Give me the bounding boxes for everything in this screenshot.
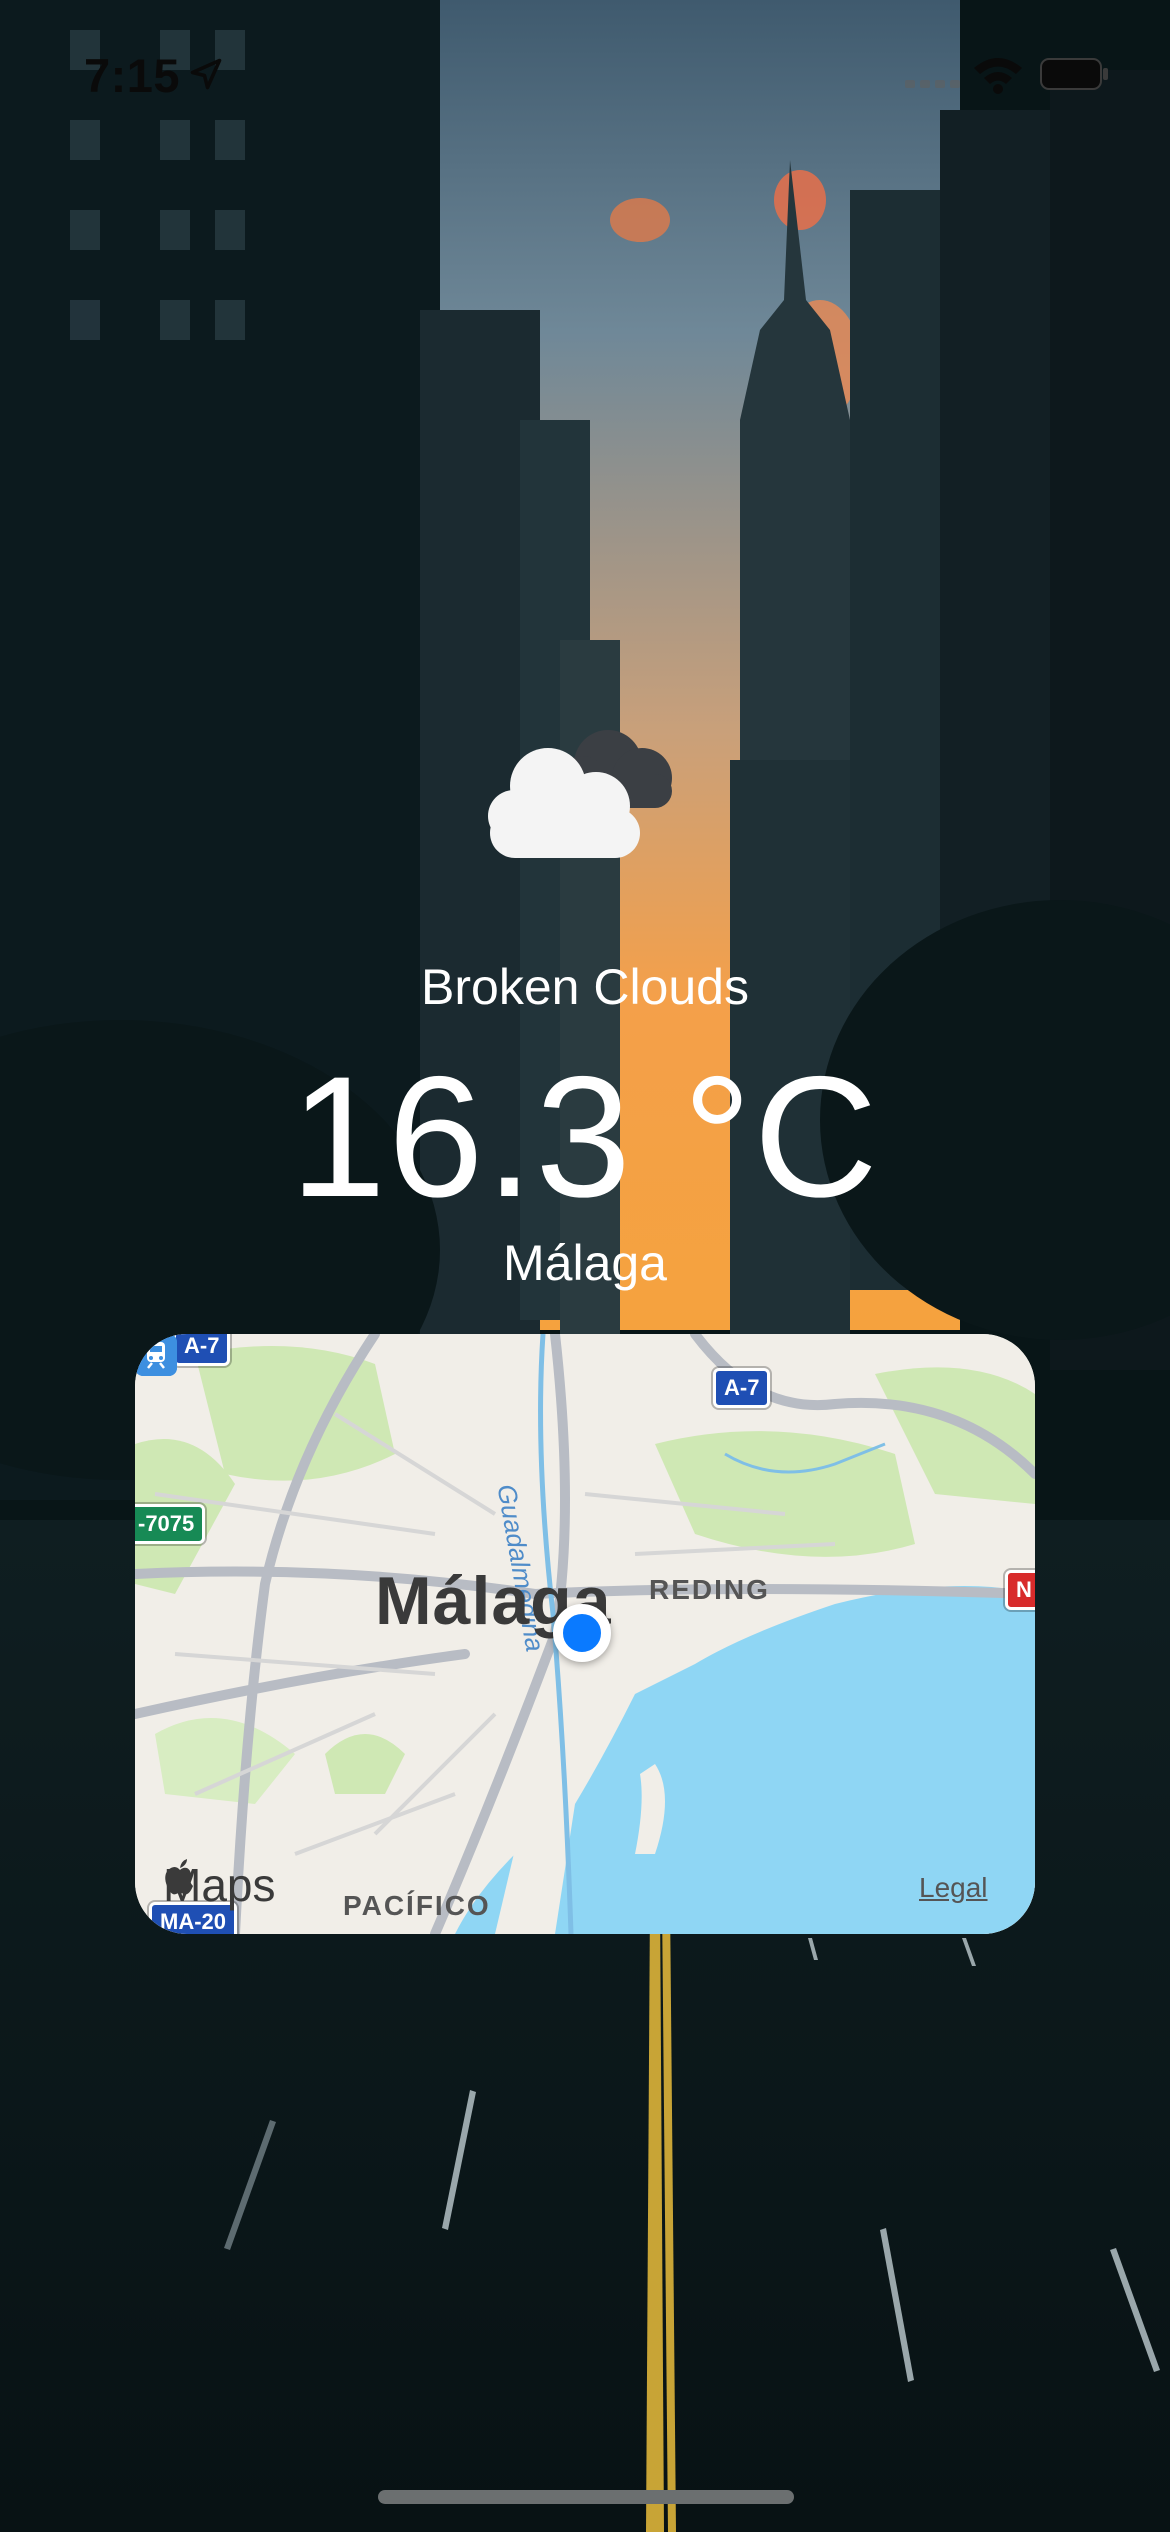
map-district-label: REDING (649, 1574, 770, 1605)
legal-link[interactable]: Legal (919, 1872, 988, 1904)
weather-screen: 7:15 Broken Clouds 16.3 °C Málaga Guadal… (0, 0, 1170, 2532)
apple-logo-icon (165, 1859, 193, 1895)
cellular-signal-icon (905, 80, 960, 88)
battery-icon (1040, 58, 1108, 90)
city-name: Málaga (503, 1235, 667, 1291)
road-shield: A-7 (713, 1368, 771, 1408)
status-time: 7:15 (84, 49, 181, 102)
map-view[interactable]: Guadalmedina Málaga REDING PACÍFICO A-7 … (135, 1334, 1035, 1934)
broken-clouds-icon (488, 730, 672, 858)
map-district-label: PACÍFICO (343, 1890, 491, 1921)
weather-condition: Broken Clouds (421, 959, 749, 1015)
train-station-icon[interactable] (135, 1334, 177, 1376)
user-location-dot[interactable] (553, 1604, 611, 1662)
home-indicator[interactable] (378, 2490, 794, 2504)
location-arrow-icon (190, 58, 222, 90)
apple-maps-logo: Maps (163, 1858, 275, 1912)
temperature-readout: 16.3 °C (290, 1041, 880, 1233)
road-shield: -7075 (135, 1504, 206, 1544)
road-shield: A-7 (173, 1334, 231, 1366)
road-shield: N (1005, 1570, 1035, 1610)
wifi-icon (974, 58, 1022, 94)
